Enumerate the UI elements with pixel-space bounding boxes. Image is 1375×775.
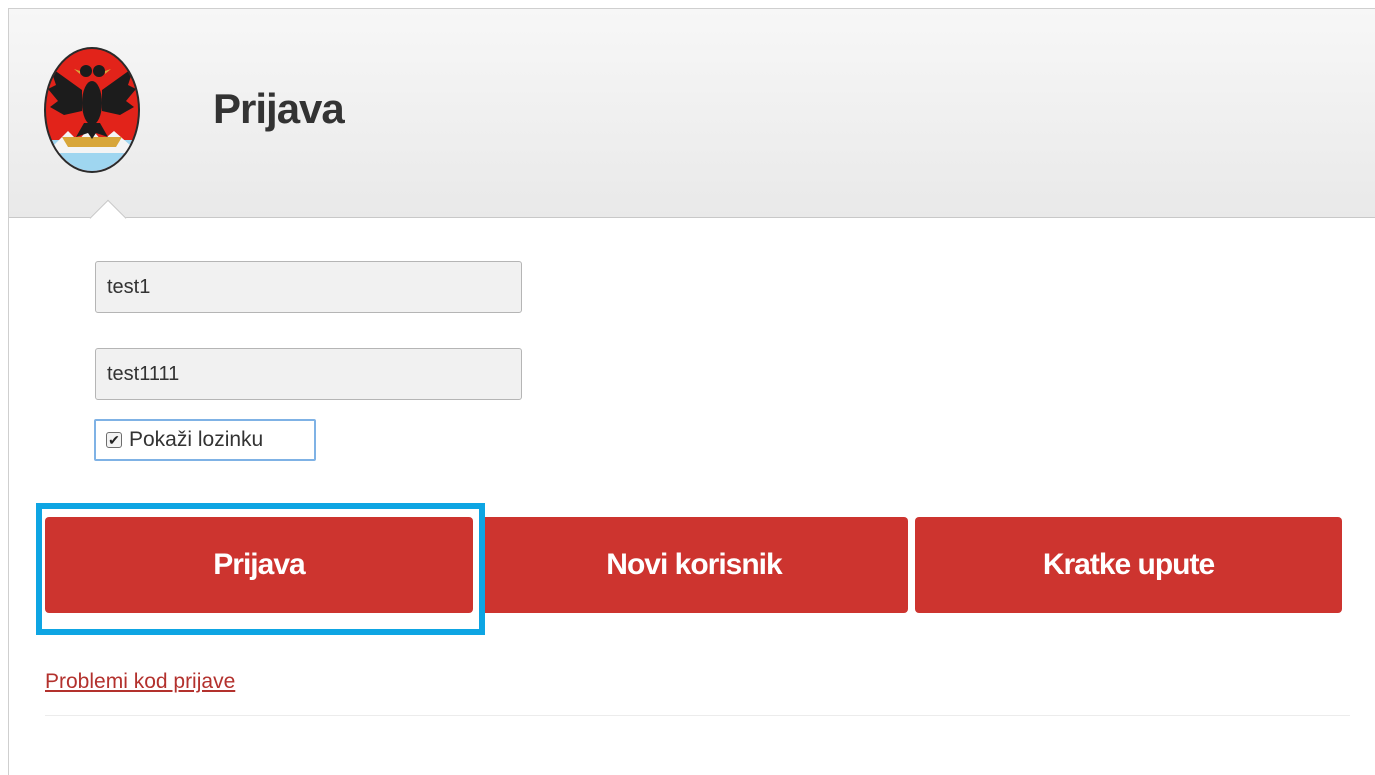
page-header: Prijava: [9, 9, 1375, 218]
coat-of-arms-icon: [44, 47, 140, 173]
page-title: Prijava: [213, 85, 345, 132]
quick-guide-button[interactable]: Kratke upute: [915, 517, 1342, 613]
show-password-toggle[interactable]: ✔ Pokaži lozinku: [94, 419, 316, 461]
divider: [45, 715, 1350, 716]
show-password-checkbox[interactable]: ✔: [106, 432, 122, 448]
login-button[interactable]: Prijava: [45, 517, 473, 613]
username-input[interactable]: [95, 261, 522, 313]
login-problems-link[interactable]: Problemi kod prijave: [45, 670, 235, 694]
password-input[interactable]: [95, 348, 522, 400]
new-user-button[interactable]: Novi korisnik: [480, 517, 908, 613]
show-password-label: Pokaži lozinku: [129, 428, 264, 451]
login-panel: Prijava ✔ Pokaži lozinku Prijava Novi ko…: [8, 8, 1375, 775]
